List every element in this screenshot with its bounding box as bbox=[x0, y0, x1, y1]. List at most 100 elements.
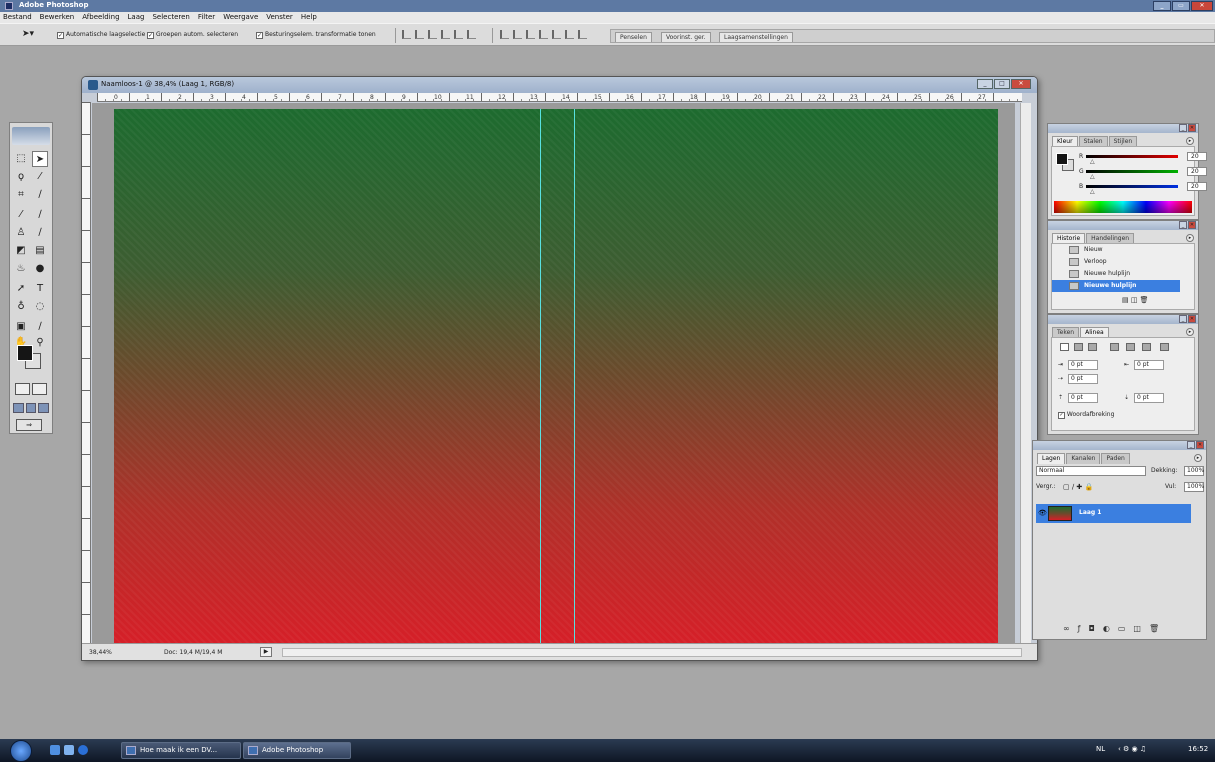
restore-button[interactable]: ▭ bbox=[1172, 1, 1190, 11]
eye-icon[interactable]: 👁 bbox=[1038, 509, 1047, 517]
well-tab-penselen[interactable]: Penselen bbox=[615, 32, 652, 42]
menu-bestand[interactable]: Bestand bbox=[3, 12, 32, 23]
distribute-vcenter-icon[interactable] bbox=[513, 30, 522, 39]
screen-mode-standard[interactable] bbox=[13, 403, 24, 413]
panel-menu-icon[interactable]: ▸ bbox=[1194, 454, 1202, 462]
menu-laag[interactable]: Laag bbox=[128, 12, 145, 23]
menu-weergave[interactable]: Weergave bbox=[223, 12, 258, 23]
lock-icons[interactable]: ▢ ∕ ✚ 🔒 bbox=[1063, 482, 1093, 492]
move-tool-preset-icon[interactable]: ➤▾ bbox=[22, 29, 34, 39]
foreground-color-swatch[interactable] bbox=[17, 345, 33, 361]
document-close-button[interactable]: ✕ bbox=[1011, 79, 1031, 89]
taskbar-button-photoshop[interactable]: Adobe Photoshop bbox=[243, 742, 351, 759]
notes-tool-icon[interactable]: ▣ bbox=[13, 319, 29, 335]
menu-selecteren[interactable]: Selecteren bbox=[152, 12, 189, 23]
panel-menu-icon[interactable]: ▸ bbox=[1186, 328, 1194, 336]
blur-tool-icon[interactable]: ♨ bbox=[13, 261, 29, 277]
screen-mode-full-menu[interactable] bbox=[25, 403, 37, 413]
blue-slider[interactable]: B △ 20 bbox=[1079, 182, 1209, 195]
history-item[interactable]: Nieuw bbox=[1052, 244, 1180, 256]
zoom-level[interactable]: 38,44% bbox=[89, 649, 112, 656]
delete-layer-icon[interactable]: 🗑 bbox=[1149, 624, 1159, 633]
panel-menu-icon[interactable]: ▸ bbox=[1186, 234, 1194, 242]
show-transform-checkbox[interactable]: ✓ Besturingselem. transformatie tonen bbox=[256, 31, 376, 39]
align-hcenter-icon[interactable] bbox=[454, 30, 463, 39]
history-item[interactable]: Verloop bbox=[1052, 256, 1180, 268]
vertical-ruler[interactable] bbox=[82, 102, 91, 645]
slice-tool-icon[interactable]: ∕ bbox=[32, 187, 48, 203]
red-slider-track[interactable] bbox=[1086, 155, 1178, 158]
panel-foreground-swatch[interactable] bbox=[1056, 153, 1068, 165]
layer-style-icon[interactable]: ƒ bbox=[1078, 624, 1081, 633]
red-value-field[interactable]: 20 bbox=[1187, 152, 1207, 161]
indent-right-input[interactable]: 0 pt bbox=[1134, 360, 1164, 370]
align-bottom-icon[interactable] bbox=[428, 30, 437, 39]
menu-afbeelding[interactable]: Afbeelding bbox=[82, 12, 119, 23]
red-slider[interactable]: R △ 20 bbox=[1079, 152, 1209, 165]
align-right-icon[interactable] bbox=[467, 30, 476, 39]
image-canvas[interactable] bbox=[114, 109, 998, 645]
opacity-field[interactable]: 100% bbox=[1184, 466, 1204, 476]
space-before-field[interactable]: ⇡ 0 pt bbox=[1058, 393, 1106, 403]
minimize-button[interactable]: _ bbox=[1153, 1, 1171, 11]
hyphenate-check-icon[interactable]: ✓ bbox=[1058, 412, 1065, 419]
green-value-field[interactable]: 20 bbox=[1187, 167, 1207, 176]
taskbar-button-browser[interactable]: Hoe maak ik een DV... bbox=[121, 742, 241, 759]
indent-right-field[interactable]: ⇤ 0 pt bbox=[1124, 360, 1172, 370]
new-layer-icon[interactable]: ◫ bbox=[1133, 624, 1141, 633]
panel-title-bar[interactable] bbox=[1048, 124, 1198, 133]
auto-select-layer-checkbox[interactable]: ✓ Automatische laagselectie bbox=[57, 31, 145, 39]
switch-windows-icon[interactable] bbox=[64, 745, 74, 755]
adjustment-layer-icon[interactable]: ◐ bbox=[1103, 624, 1110, 633]
shape-tool-icon[interactable]: ◌ bbox=[32, 299, 48, 315]
panel-close-button[interactable]: ✕ bbox=[1188, 221, 1196, 229]
tab-kanalen[interactable]: Kanalen bbox=[1066, 453, 1101, 464]
document-maximize-button[interactable]: □ bbox=[994, 79, 1010, 89]
screen-mode-full[interactable] bbox=[38, 403, 50, 413]
clone-stamp-tool-icon[interactable]: ♙ bbox=[13, 225, 29, 241]
path-selection-tool-icon[interactable]: ➚ bbox=[13, 281, 29, 297]
panel-menu-icon[interactable]: ▸ bbox=[1186, 137, 1194, 145]
jump-to-imageready-button[interactable]: ⇒ bbox=[16, 419, 42, 431]
align-vcenter-icon[interactable] bbox=[415, 30, 424, 39]
tab-paden[interactable]: Paden bbox=[1101, 453, 1130, 464]
menu-filter[interactable]: Filter bbox=[198, 12, 215, 23]
blend-mode-dropdown[interactable]: Normaal bbox=[1036, 466, 1146, 476]
history-item-selected[interactable]: Nieuwe hulplijn bbox=[1052, 280, 1180, 292]
auto-align-icon[interactable] bbox=[578, 30, 587, 39]
healing-brush-tool-icon[interactable]: ⁄ bbox=[13, 207, 29, 223]
align-left-icon[interactable] bbox=[441, 30, 450, 39]
zoom-tool-icon[interactable]: ⚲ bbox=[32, 335, 48, 351]
distribute-hcenter-icon[interactable] bbox=[552, 30, 561, 39]
document-minimize-button[interactable]: _ bbox=[977, 79, 993, 89]
lasso-tool-icon[interactable]: ϙ bbox=[13, 169, 29, 185]
color-spectrum-bar[interactable] bbox=[1054, 201, 1192, 213]
justify-center-icon[interactable] bbox=[1126, 343, 1135, 351]
status-menu-arrow-icon[interactable]: ▶ bbox=[260, 647, 272, 657]
standard-mode-button[interactable] bbox=[15, 383, 30, 395]
eyedropper-tool-icon[interactable]: ∕ bbox=[32, 319, 48, 335]
layer-mask-icon[interactable]: ◘ bbox=[1089, 624, 1095, 633]
auto-select-groups-checkbox[interactable]: ✓ Groepen autom. selecteren bbox=[147, 31, 238, 39]
gradient-tool-icon[interactable]: ▤ bbox=[32, 243, 48, 259]
tab-lagen[interactable]: Lagen bbox=[1037, 453, 1066, 464]
tray-icons[interactable]: ‹ ⚙ ◉ ♫ bbox=[1118, 745, 1146, 753]
justify-left-icon[interactable] bbox=[1110, 343, 1119, 351]
well-tab-laagcompositie[interactable]: Laagsamenstellingen bbox=[719, 32, 793, 42]
fill-field[interactable]: 100% bbox=[1184, 482, 1204, 492]
blue-value-field[interactable]: 20 bbox=[1187, 182, 1207, 191]
start-button[interactable] bbox=[10, 740, 32, 762]
distribute-right-icon[interactable] bbox=[565, 30, 574, 39]
panel-close-button[interactable]: ✕ bbox=[1188, 315, 1196, 323]
internet-explorer-icon[interactable] bbox=[78, 745, 88, 755]
quick-mask-button[interactable] bbox=[32, 383, 47, 395]
panel-close-button[interactable]: ✕ bbox=[1188, 124, 1196, 132]
vertical-scrollbar[interactable] bbox=[1020, 103, 1031, 645]
blue-slider-thumb-icon[interactable]: △ bbox=[1090, 188, 1095, 195]
distribute-top-icon[interactable] bbox=[500, 30, 509, 39]
green-slider-track[interactable] bbox=[1086, 170, 1178, 173]
type-tool-icon[interactable]: T bbox=[32, 281, 48, 297]
align-top-icon[interactable] bbox=[402, 30, 411, 39]
pen-tool-icon[interactable]: ♁ bbox=[13, 299, 29, 315]
space-after-input[interactable]: 0 pt bbox=[1134, 393, 1164, 403]
